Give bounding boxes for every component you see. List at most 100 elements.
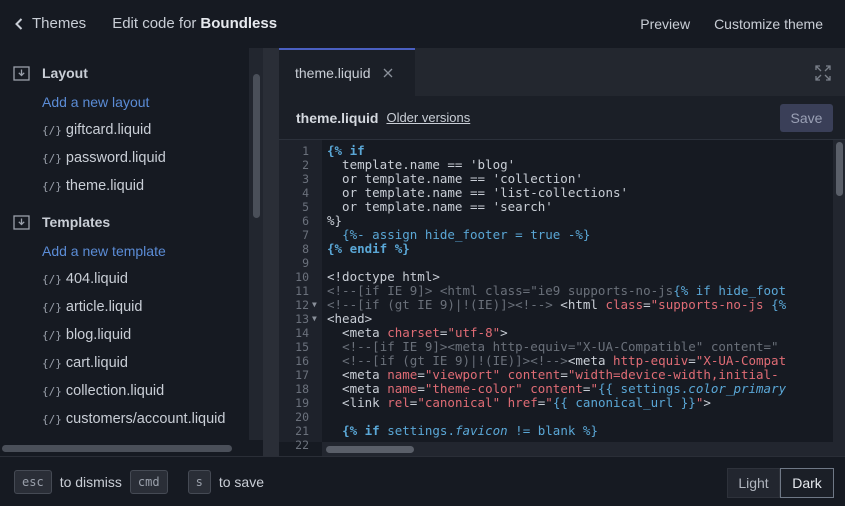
- file-label: cart.liquid: [65, 355, 128, 371]
- code-vscroll-thumb[interactable]: [836, 142, 843, 196]
- fold-arrow-icon[interactable]: ▼: [312, 298, 317, 312]
- line-number: 9: [302, 256, 309, 270]
- code-line: 17 <meta name="viewport" content="width=…: [279, 368, 845, 383]
- fold-arrow-icon[interactable]: ▼: [312, 312, 317, 326]
- sidebar-scrollbar[interactable]: [249, 48, 263, 440]
- code-horizontal-scrollbar[interactable]: [322, 442, 845, 456]
- file-label: password.liquid: [65, 150, 166, 166]
- line-number: 14: [295, 326, 309, 340]
- keyboard-hints: esc to dismiss cmd s to save: [14, 470, 272, 494]
- code-text: {%- assign hide_footer = true -%}: [342, 227, 591, 242]
- file-label: 404.liquid: [65, 271, 128, 287]
- line-number: 22: [295, 438, 309, 452]
- file-label: giftcard.liquid: [65, 122, 152, 138]
- code-text: <head>: [327, 311, 373, 326]
- back-label: Themes: [32, 15, 87, 32]
- older-versions-link[interactable]: Older versions: [386, 110, 470, 125]
- liquid-file-icon: {/}: [42, 328, 62, 342]
- line-number: 4: [302, 186, 309, 200]
- code-line: 21 {% if settings.favicon != blank %}: [279, 423, 845, 439]
- chevron-left-icon: [15, 17, 23, 30]
- line-number: 10: [295, 270, 309, 284]
- line-number: 20: [295, 410, 309, 424]
- file-label: article.liquid: [65, 299, 143, 315]
- line-number: 1: [302, 144, 309, 158]
- code-text: <meta charset="utf-8">: [327, 325, 508, 340]
- liquid-file-icon: {/}: [42, 356, 62, 370]
- liquid-file-icon: {/}: [42, 384, 62, 398]
- file-label: collection.liquid: [65, 383, 165, 399]
- code-text: {% if settings.favicon != blank %}: [342, 423, 598, 438]
- editor-divider: [263, 48, 279, 456]
- liquid-file-icon: {/}: [42, 123, 62, 137]
- code-text: or template.name == 'list-collections': [327, 185, 629, 200]
- code-text: %}: [327, 213, 343, 228]
- customize-theme-link[interactable]: Customize theme: [714, 16, 823, 32]
- code-line: 8 {% endif %}: [279, 241, 845, 257]
- page-title: Edit code for Boundless: [112, 15, 277, 32]
- top-actions: Preview Customize theme: [616, 0, 823, 47]
- expand-icon[interactable]: [815, 65, 831, 81]
- sidebar-hscroll-thumb[interactable]: [2, 445, 232, 452]
- tab-label: theme.liquid: [295, 65, 371, 81]
- line-number: 3: [302, 172, 309, 186]
- line-number: 11: [295, 284, 309, 298]
- code-line: 19 <link rel="canonical" href="{{ canoni…: [279, 395, 845, 411]
- code-hscroll-thumb[interactable]: [326, 446, 414, 453]
- tab-theme-liquid[interactable]: theme.liquid: [279, 48, 415, 96]
- line-number: 12: [295, 298, 309, 312]
- code-text: <link rel="canonical" href="{{ canonical…: [327, 395, 711, 410]
- preview-link[interactable]: Preview: [640, 16, 690, 32]
- sidebar-horizontal-scrollbar[interactable]: [0, 440, 263, 454]
- liquid-file-icon: {/}: [42, 151, 62, 165]
- light-theme-button[interactable]: Light: [727, 468, 780, 498]
- code-text: template.name == 'blog': [327, 157, 516, 172]
- footer-bar: esc to dismiss cmd s to save Light Dark: [0, 456, 845, 506]
- liquid-file-icon: {/}: [42, 179, 62, 193]
- title-prefix: Edit code for: [112, 15, 197, 32]
- file-item[interactable]: {/} theme.liquid: [42, 178, 144, 194]
- close-icon[interactable]: [383, 68, 393, 78]
- folder-download-icon: [13, 65, 30, 81]
- line-number: 8: [302, 242, 309, 256]
- file-item[interactable]: {/} 404.liquid: [42, 271, 128, 287]
- sidebar-scroll-thumb[interactable]: [253, 74, 260, 218]
- file-name: theme.liquid: [296, 109, 379, 126]
- code-text: {% endif %}: [327, 241, 410, 256]
- code-text: or template.name == 'collection': [327, 171, 583, 186]
- cmd-key: cmd: [129, 470, 168, 494]
- dark-theme-button[interactable]: Dark: [780, 468, 834, 498]
- code-text: <meta name="theme-color" content="{{ set…: [327, 381, 787, 396]
- code-area[interactable]: 1 {% if 2 template.name == 'blog' 3 or temp…: [279, 140, 845, 456]
- s-key: s: [187, 470, 211, 494]
- code-line: 3 or template.name == 'collection': [279, 171, 845, 187]
- code-line: 1 {% if: [279, 144, 845, 159]
- file-item[interactable]: {/} customers/account.liquid: [42, 411, 225, 427]
- code-line: 11 <!--[if IE 9]> <html class="ie9 suppor…: [279, 284, 845, 299]
- add-layout-link[interactable]: Add a new layout: [42, 94, 149, 110]
- code-editor-panel: theme.liquid theme.liquid Older versions…: [263, 48, 845, 456]
- file-item[interactable]: {/} giftcard.liquid: [42, 122, 151, 138]
- file-item[interactable]: {/} cart.liquid: [42, 355, 128, 371]
- layout-folder[interactable]: Layout: [13, 65, 88, 81]
- file-item[interactable]: {/} password.liquid: [42, 150, 166, 166]
- code-line: 7 {%- assign hide_footer = true -%}: [279, 227, 845, 243]
- code-text: <!--[if (gt IE 9)|!(IE)]><!--><meta http…: [342, 353, 787, 368]
- file-header: theme.liquid Older versions Save: [279, 96, 845, 140]
- file-item[interactable]: {/} blog.liquid: [42, 327, 131, 343]
- file-item[interactable]: {/} article.liquid: [42, 299, 142, 315]
- save-button[interactable]: Save: [780, 104, 833, 132]
- back-to-themes-link[interactable]: Themes: [12, 15, 86, 32]
- save-hint: to save: [218, 474, 264, 490]
- line-number: 7: [302, 228, 309, 242]
- templates-folder[interactable]: Templates: [13, 214, 110, 230]
- code-text: <!--[if (gt IE 9)|!(IE)]><!--> <html cla…: [327, 297, 787, 312]
- file-item[interactable]: {/} collection.liquid: [42, 383, 164, 399]
- code-text: <!doctype html>: [327, 269, 440, 284]
- code-vertical-scrollbar[interactable]: [833, 140, 845, 442]
- code-line: 16 <!--[if (gt IE 9)|!(IE)]><!--><meta h…: [279, 353, 845, 369]
- file-label: customers/account.liquid: [65, 411, 226, 427]
- code-line: 10 <!doctype html>: [279, 269, 845, 285]
- add-template-link[interactable]: Add a new template: [42, 243, 166, 259]
- code-text: or template.name == 'search': [327, 199, 553, 214]
